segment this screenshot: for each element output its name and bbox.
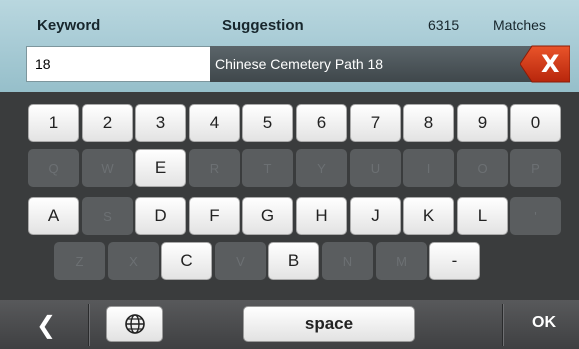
- key-m: M: [376, 242, 427, 280]
- keyword-label: Keyword: [37, 17, 101, 34]
- key-t: T: [242, 149, 293, 187]
- separator: [88, 304, 89, 346]
- key-z: Z: [54, 242, 105, 280]
- key-2[interactable]: 2: [82, 104, 133, 142]
- key-b[interactable]: B: [268, 242, 319, 280]
- key-k[interactable]: K: [403, 197, 454, 235]
- chevron-left-icon: ❮: [36, 311, 57, 339]
- key-7[interactable]: 7: [350, 104, 401, 142]
- key-v: V: [215, 242, 266, 280]
- key-h[interactable]: H: [296, 197, 347, 235]
- key-f[interactable]: F: [189, 197, 240, 235]
- key-u: U: [350, 149, 401, 187]
- key-6[interactable]: 6: [296, 104, 347, 142]
- key-5[interactable]: 5: [242, 104, 293, 142]
- key-d[interactable]: D: [135, 197, 186, 235]
- key-apostrophe: ': [510, 197, 561, 235]
- key-q: Q: [28, 149, 79, 187]
- key-3[interactable]: 3: [135, 104, 186, 142]
- key-r: R: [189, 149, 240, 187]
- key-a[interactable]: A: [28, 197, 79, 235]
- key-hyphen[interactable]: -: [429, 242, 480, 280]
- clear-button[interactable]: X: [520, 44, 570, 84]
- key-l[interactable]: L: [457, 197, 508, 235]
- globe-icon: [124, 314, 145, 334]
- key-9[interactable]: 9: [457, 104, 508, 142]
- language-button[interactable]: [106, 306, 163, 342]
- key-n: N: [322, 242, 373, 280]
- ok-button[interactable]: OK: [532, 314, 556, 332]
- key-x: X: [108, 242, 159, 280]
- key-w: W: [82, 149, 133, 187]
- search-header: Keyword Suggestion 6315 Matches Chinese …: [0, 0, 579, 93]
- key-j[interactable]: J: [350, 197, 401, 235]
- key-c[interactable]: C: [161, 242, 212, 280]
- match-count: 6315: [428, 17, 460, 33]
- key-o: O: [457, 149, 508, 187]
- onscreen-keyboard: 1 2 3 4 5 6 7 8 9 0 Q W E R T Y U I O P A S D F G H J K L ' Z X C V B N M -: [0, 92, 579, 300]
- keyword-entry-screen: Keyword Suggestion 6315 Matches Chinese …: [0, 0, 579, 349]
- key-y: Y: [296, 149, 347, 187]
- key-8[interactable]: 8: [403, 104, 454, 142]
- space-button[interactable]: space: [243, 306, 415, 342]
- key-e[interactable]: E: [135, 149, 186, 187]
- key-s: S: [82, 197, 133, 235]
- key-4[interactable]: 4: [189, 104, 240, 142]
- key-g[interactable]: G: [242, 197, 293, 235]
- key-p: P: [510, 149, 561, 187]
- keyword-input[interactable]: [26, 46, 210, 82]
- clear-label: X: [541, 50, 560, 78]
- key-0[interactable]: 0: [510, 104, 561, 142]
- key-1[interactable]: 1: [28, 104, 79, 142]
- matches-label: Matches: [493, 17, 546, 33]
- back-button[interactable]: ❮: [36, 311, 64, 339]
- suggestion-field[interactable]: Chinese Cemetery Path 18: [210, 46, 553, 82]
- key-i: I: [403, 149, 454, 187]
- separator: [502, 304, 503, 346]
- suggestion-label: Suggestion: [222, 17, 304, 34]
